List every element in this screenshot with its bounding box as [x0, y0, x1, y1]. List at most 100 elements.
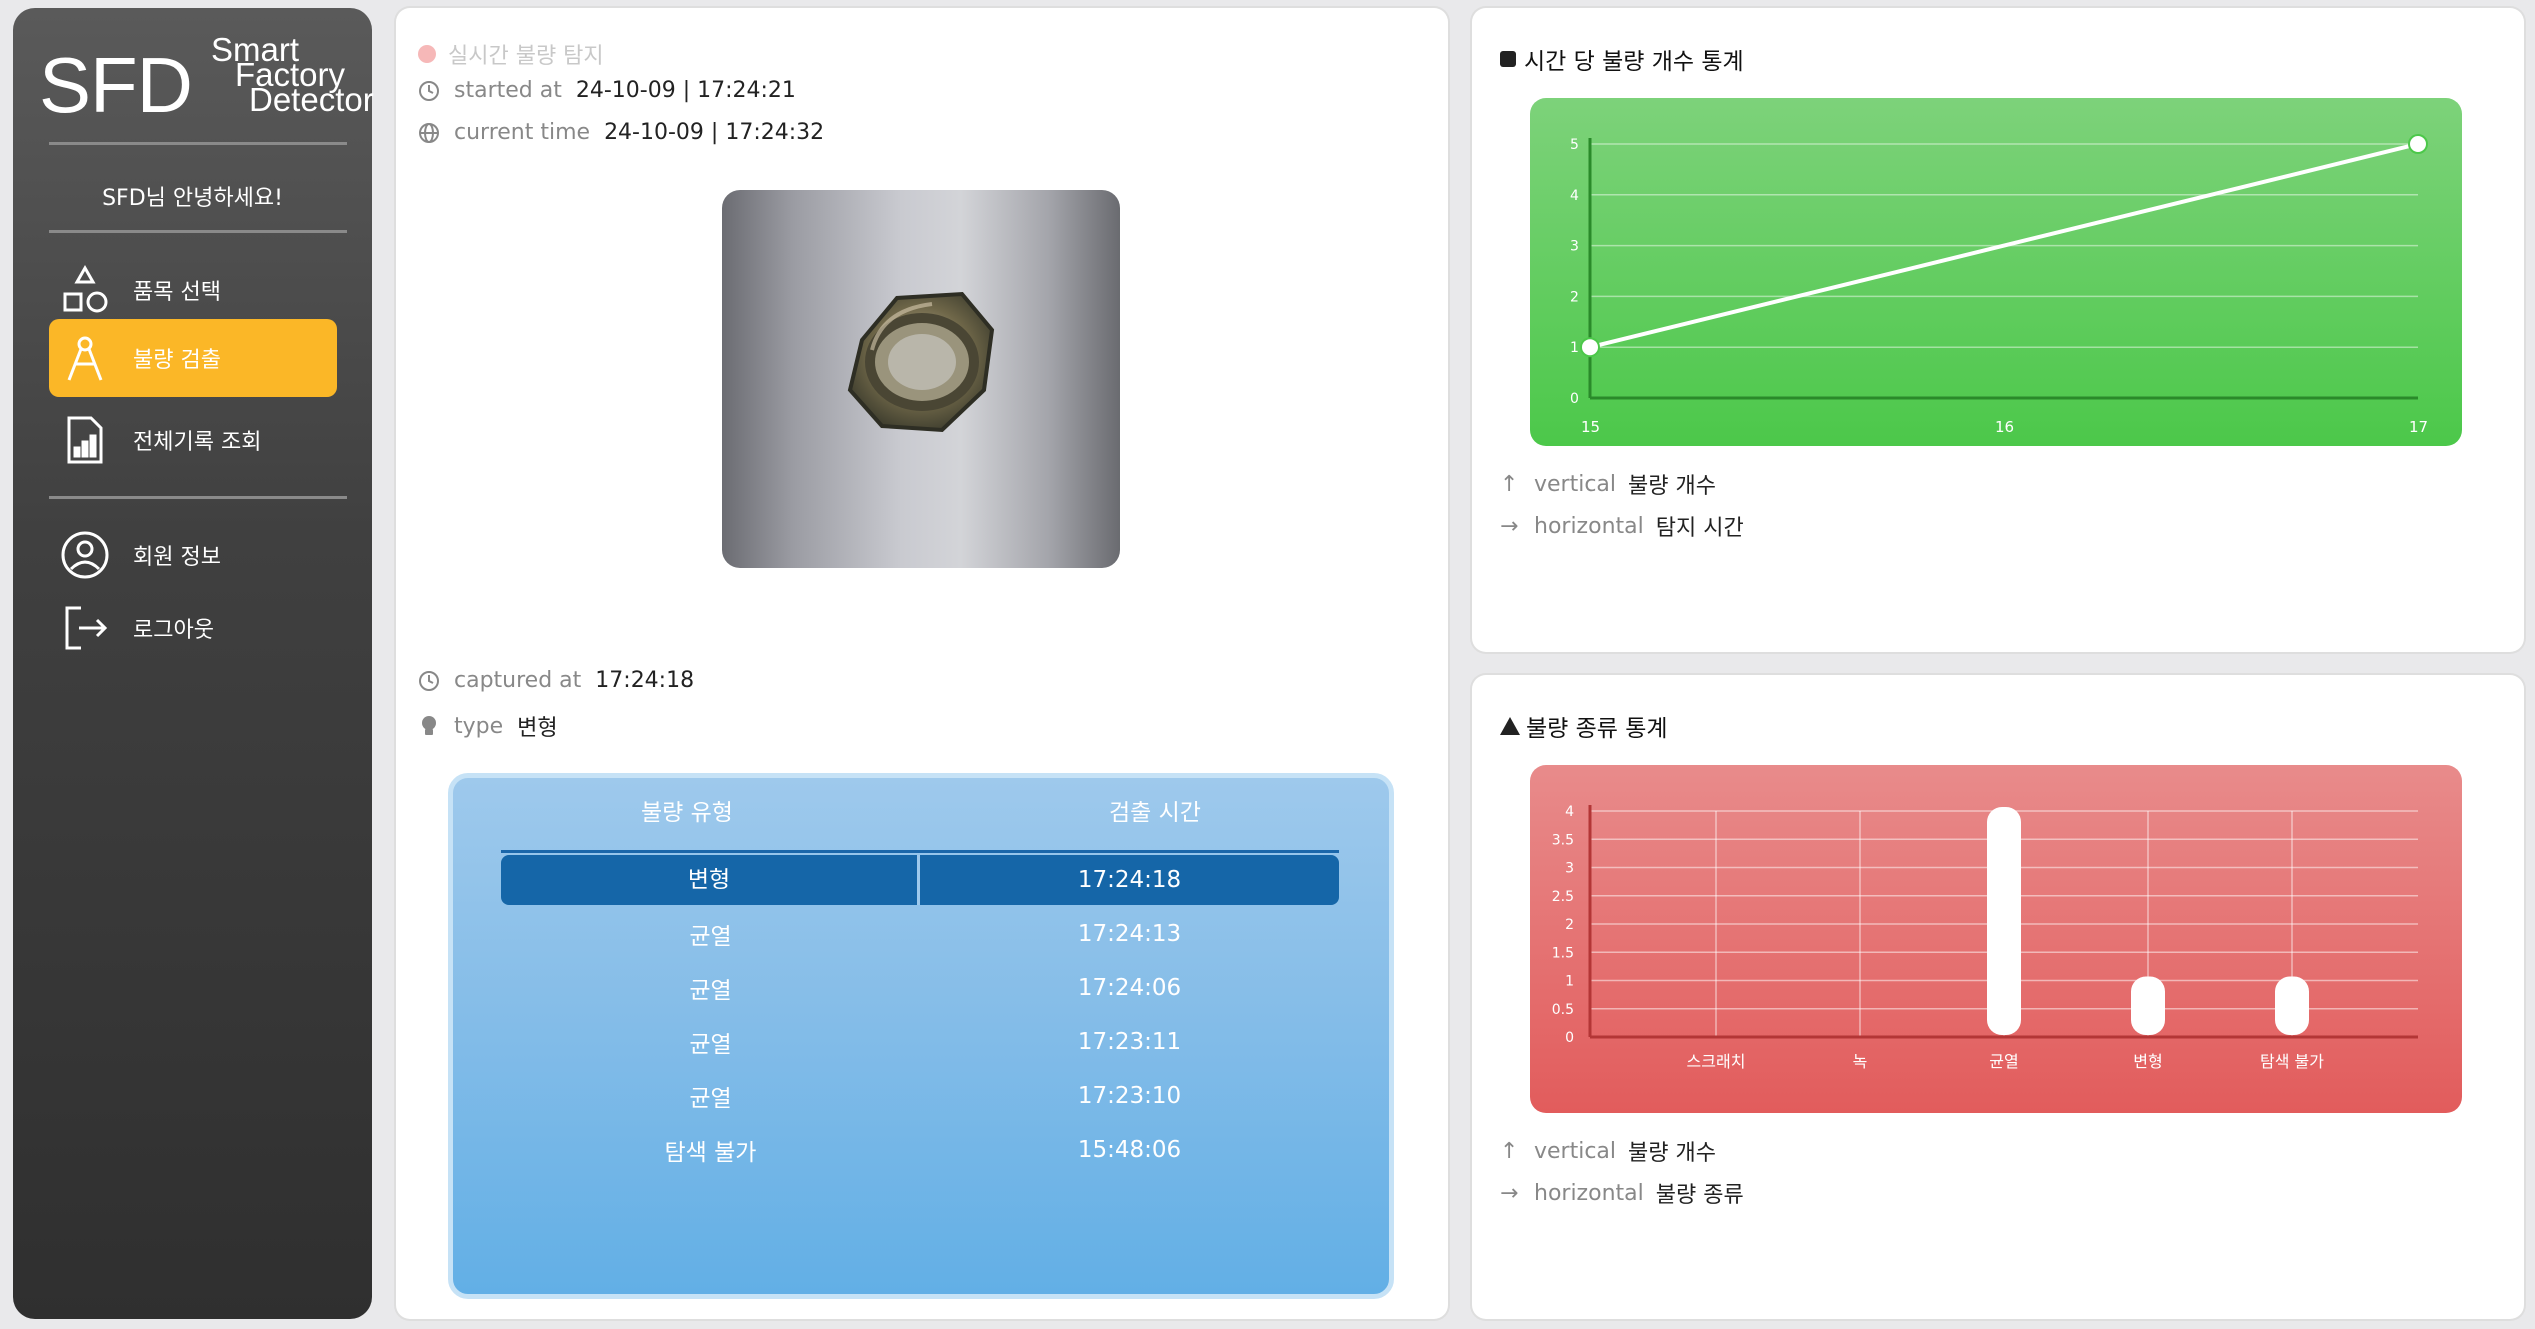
cell-type: 변형 — [501, 855, 920, 905]
x-tick-label: 스크래치 — [1687, 1052, 1746, 1071]
bar-chart: 0 0.5 1 1.5 2 2.5 3 3.5 4 스크래치 녹 균열 변형 탐색 불가 — [1530, 765, 2462, 1113]
lightbulb-icon — [418, 715, 440, 737]
captured-label: captured at — [454, 668, 582, 693]
live-label: 실시간 불량 탐지 — [448, 44, 604, 69]
current-value: 24-10-09 | 17:24:32 — [604, 120, 825, 145]
nav-item-product-select[interactable]: 품목 선택 — [49, 251, 337, 329]
cell-type: 탐색 불가 — [664, 1140, 757, 1166]
x-tick-label: 15 — [1581, 418, 1600, 436]
panel-title: 불량 종류 통계 — [1500, 709, 1668, 743]
y-tick-label: 1 — [1565, 974, 1574, 990]
y-tick-label: 3 — [1565, 861, 1574, 877]
live-status: 실시간 불량 탐지 — [418, 38, 604, 70]
nav-label: 불량 검출 — [133, 348, 221, 373]
triangle-icon — [1500, 717, 1520, 735]
panel-title: 시간 당 불량 개수 통계 — [1500, 42, 1744, 76]
x-tick-label: 16 — [1995, 418, 2014, 436]
started-label: started at — [454, 78, 562, 103]
arrow-up-icon: ↑ — [1500, 1138, 1519, 1164]
y-tick-label: 3.5 — [1552, 832, 1574, 848]
table-header: 불량 유형 검출 시간 — [453, 778, 1389, 848]
x-tick-label: 녹 — [1853, 1052, 1868, 1071]
detection-panel: 실시간 불량 탐지 started at 24-10-09 | 17:24:21… — [396, 8, 1448, 1319]
captured-image — [722, 190, 1120, 568]
defect-type-stats-panel: 불량 종류 통계 0 0.5 1 1.5 2 2.5 3 3.5 4 스크래치 녹 균열 변형 탐색 불가… — [1472, 675, 2524, 1319]
table-row[interactable]: 변형 17:24:18 — [501, 855, 1339, 905]
nav-item-member-info[interactable]: 회원 정보 — [49, 516, 337, 594]
bar — [2275, 976, 2309, 1035]
logo-text: SFD — [39, 41, 193, 129]
cell-time: 17:24:13 — [1077, 921, 1182, 947]
nav-item-defect-detect[interactable]: 불량 검출 — [49, 319, 337, 397]
y-tick-label: 1.5 — [1552, 945, 1574, 961]
bar-chart-svg: 0 0.5 1 1.5 2 2.5 3 3.5 4 스크래치 녹 균열 변형 탐색 불가 — [1552, 804, 2418, 1071]
divider — [49, 142, 347, 145]
x-tick-label: 17 — [2409, 418, 2428, 436]
x-tick-label: 변형 — [2133, 1052, 2162, 1071]
line-chart: 0 1 2 3 4 5 15 16 17 — [1530, 98, 2462, 446]
live-dot-icon — [418, 45, 436, 63]
table-row[interactable]: 탐색 불가 15:48:06 — [501, 1125, 1339, 1175]
nav-label: 전체기록 조회 — [133, 430, 262, 455]
cell-time: 17:23:11 — [1077, 1029, 1182, 1055]
app-logo: SFD Smart Factory Detector — [39, 30, 374, 130]
table-row[interactable]: 균열 17:24:06 — [501, 963, 1339, 1013]
table-row[interactable]: 균열 17:23:11 — [501, 1017, 1339, 1067]
nav-label: 회원 정보 — [133, 545, 221, 570]
divider — [49, 496, 347, 499]
nav-label: 로그아웃 — [133, 618, 214, 643]
x-tick-label: 균열 — [1989, 1052, 2018, 1071]
user-icon — [57, 527, 113, 583]
arrow-right-icon: → — [1500, 513, 1519, 539]
vertical-value: 불량 개수 — [1628, 474, 1716, 499]
sidebar: SFD Smart Factory Detector SFD님 안녕하세요! 품… — [13, 8, 374, 1319]
vertical-legend: ↑ vertical 불량 개수 — [1500, 468, 1716, 500]
clock-icon — [418, 670, 440, 692]
vertical-label: vertical — [1534, 471, 1617, 497]
nav-item-history[interactable]: 전체기록 조회 — [49, 401, 337, 479]
arrow-right-icon: → — [1500, 1180, 1519, 1206]
bar — [2131, 976, 2165, 1035]
started-at-row: started at 24-10-09 | 17:24:21 — [418, 78, 796, 103]
y-tick-label: 0 — [1570, 391, 1579, 407]
header-divider — [501, 850, 1339, 853]
type-row: type 변형 — [418, 710, 558, 742]
horizontal-legend: → horizontal 탐지 시간 — [1500, 510, 1744, 542]
arrow-up-icon: ↑ — [1500, 471, 1519, 497]
cell-type: 균열 — [689, 924, 732, 950]
horizontal-value: 탐지 시간 — [1655, 516, 1744, 541]
data-point — [1580, 337, 1600, 358]
captured-value: 17:24:18 — [595, 668, 695, 693]
cell-type: 균열 — [689, 1086, 732, 1112]
horizontal-value: 불량 종류 — [1655, 1183, 1744, 1208]
cell-time: 15:48:06 — [1077, 1137, 1182, 1163]
vertical-value: 불량 개수 — [1628, 1141, 1716, 1166]
type-label: type — [454, 713, 504, 739]
captured-at-row: captured at 17:24:18 — [418, 668, 694, 693]
table-row[interactable]: 균열 17:24:13 — [501, 909, 1339, 959]
current-label: current time — [454, 120, 591, 145]
square-icon — [1500, 51, 1516, 67]
logout-icon — [57, 600, 113, 656]
horizontal-label: horizontal — [1534, 513, 1644, 539]
y-tick-label: 5 — [1570, 137, 1579, 153]
table-row[interactable]: 균열 17:23:10 — [501, 1071, 1339, 1121]
compass-icon — [57, 330, 113, 386]
logo-subtitle-3: Detector — [249, 81, 374, 118]
horizontal-legend: → horizontal 불량 종류 — [1500, 1177, 1744, 1209]
column-header-time: 검출 시간 — [1109, 800, 1201, 826]
vertical-legend: ↑ vertical 불량 개수 — [1500, 1135, 1716, 1167]
globe-icon — [418, 122, 440, 144]
column-header-type: 불량 유형 — [641, 800, 733, 826]
nav-item-logout[interactable]: 로그아웃 — [49, 589, 337, 667]
current-time-row: current time 24-10-09 | 17:24:32 — [418, 120, 824, 145]
greeting-text: SFD님 안녕하세요! — [102, 186, 283, 211]
clock-icon — [418, 80, 440, 102]
cell-type: 균열 — [689, 1032, 732, 1058]
y-tick-label: 2.5 — [1552, 889, 1574, 905]
divider — [49, 230, 347, 233]
y-tick-label: 3 — [1570, 239, 1579, 255]
y-tick-label: 0.5 — [1552, 1002, 1574, 1018]
panel-title-text: 불량 종류 통계 — [1526, 716, 1668, 742]
cell-time: 17:24:06 — [1077, 975, 1182, 1001]
